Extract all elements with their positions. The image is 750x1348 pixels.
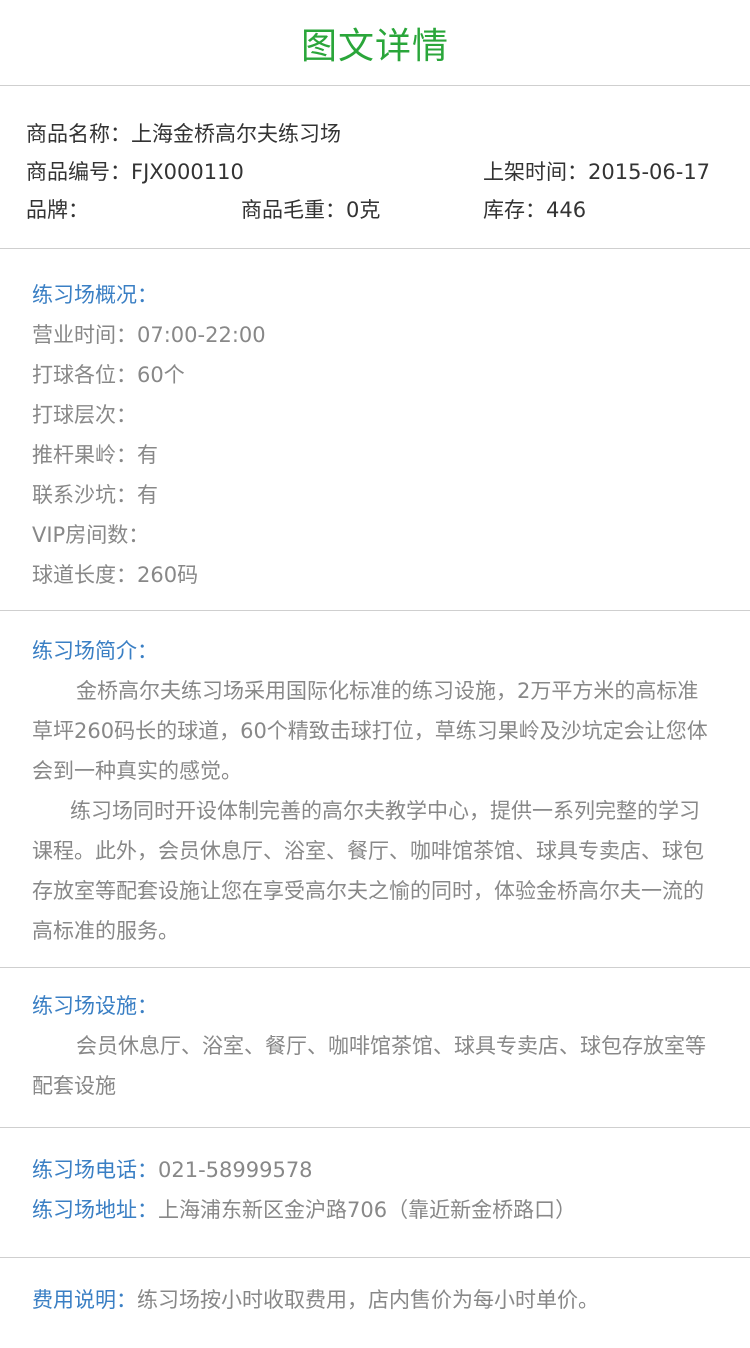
fee-row: 费用说明：练习场按小时收取费用，店内售价为每小时单价。 xyxy=(32,1280,718,1320)
fee-label: 费用说明： xyxy=(32,1288,137,1312)
contact-section: 练习场电话：021-58999578 练习场地址：上海浦东新区金沪路706（靠近… xyxy=(0,1128,750,1258)
product-name: 商品名称：上海金桥高尔夫练习场 xyxy=(26,122,341,146)
intro-section: 练习场简介： 金桥高尔夫练习场采用国际化标准的练习设施，2万平方米的高标准草坪2… xyxy=(0,611,750,968)
facilities-text: 会员休息厅、浴室、餐厅、咖啡馆茶馆、球具专卖店、球包存放室等配套设施 xyxy=(32,1034,706,1098)
product-info: 商品名称：上海金桥高尔夫练习场 商品编号：FJX000110 上架时间：2015… xyxy=(0,86,750,249)
overview-item: VIP房间数： xyxy=(32,523,150,547)
page-header: 图文详情 xyxy=(0,0,750,86)
intro-title: 练习场简介： xyxy=(32,639,158,663)
product-brand: 品牌： xyxy=(26,198,89,222)
product-weight: 商品毛重：0克 xyxy=(241,198,381,222)
overview-item: 打球层次： xyxy=(32,403,137,427)
contact-address-row: 练习场地址：上海浦东新区金沪路706（靠近新金桥路口） xyxy=(32,1190,718,1230)
shelf-time: 上架时间：2015-06-17 xyxy=(483,160,711,184)
info-row: 商品编号：FJX000110 上架时间：2015-06-17 xyxy=(26,152,724,190)
contact-phone-row: 练习场电话：021-58999578 xyxy=(32,1150,718,1190)
overview-item: 球道长度：260码 xyxy=(32,563,199,587)
overview-item: 推杆果岭：有 xyxy=(32,443,158,467)
product-code: 商品编号：FJX000110 xyxy=(26,160,244,184)
phone-value: 021-58999578 xyxy=(158,1158,313,1182)
info-row: 商品名称：上海金桥高尔夫练习场 xyxy=(26,114,724,152)
info-row: 品牌： 商品毛重：0克 库存：446 xyxy=(26,190,724,228)
facilities-title: 练习场设施： xyxy=(32,994,158,1018)
facilities-section: 练习场设施： 会员休息厅、浴室、餐厅、咖啡馆茶馆、球具专卖店、球包存放室等配套设… xyxy=(0,968,750,1128)
overview-section: 练习场概况： 营业时间：07:00-22:00 打球各位：60个 打球层次： 推… xyxy=(0,249,750,611)
product-stock: 库存：446 xyxy=(483,198,587,222)
fee-section: 费用说明：练习场按小时收取费用，店内售价为每小时单价。 xyxy=(0,1258,750,1320)
overview-item: 营业时间：07:00-22:00 xyxy=(32,323,266,347)
phone-label: 练习场电话： xyxy=(32,1158,158,1182)
overview-title: 练习场概况： xyxy=(32,283,158,307)
address-value: 上海浦东新区金沪路706（靠近新金桥路口） xyxy=(158,1198,577,1222)
page-title: 图文详情 xyxy=(300,25,449,67)
intro-paragraph: 金桥高尔夫练习场采用国际化标准的练习设施，2万平方米的高标准草坪260码长的球道… xyxy=(32,679,708,783)
fee-value: 练习场按小时收取费用，店内售价为每小时单价。 xyxy=(137,1288,599,1312)
address-label: 练习场地址： xyxy=(32,1198,158,1222)
overview-item: 联系沙坑：有 xyxy=(32,483,158,507)
overview-item: 打球各位：60个 xyxy=(32,363,185,387)
intro-paragraph: 练习场同时开设体制完善的高尔夫教学中心，提供一系列完整的学习课程。此外，会员休息… xyxy=(32,799,704,943)
